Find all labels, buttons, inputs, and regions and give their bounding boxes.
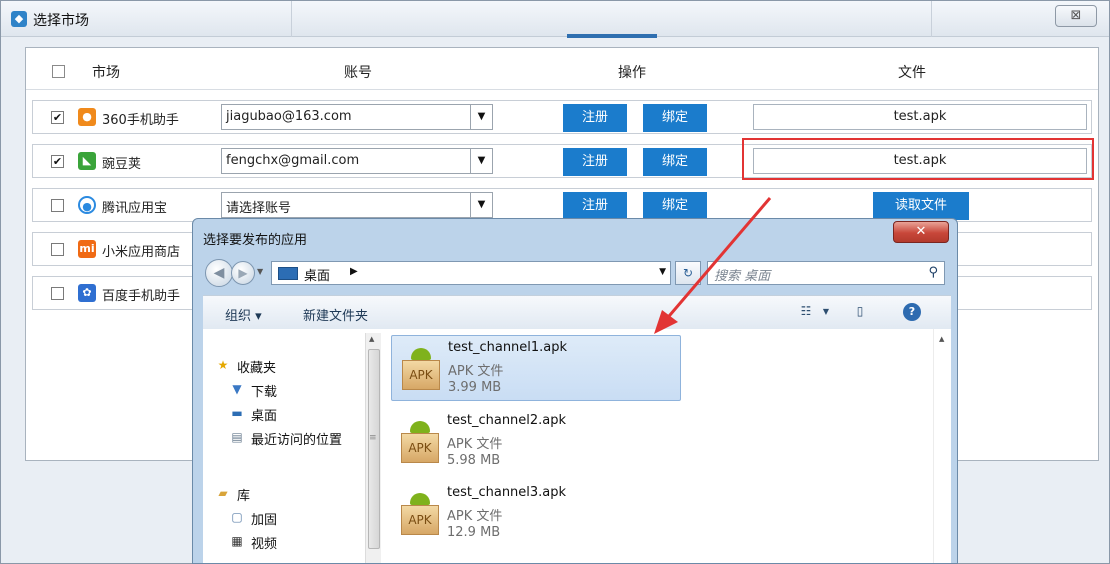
annotation-arrow <box>654 197 772 334</box>
arrow-shaft <box>662 197 772 323</box>
arrow-head <box>654 310 678 334</box>
